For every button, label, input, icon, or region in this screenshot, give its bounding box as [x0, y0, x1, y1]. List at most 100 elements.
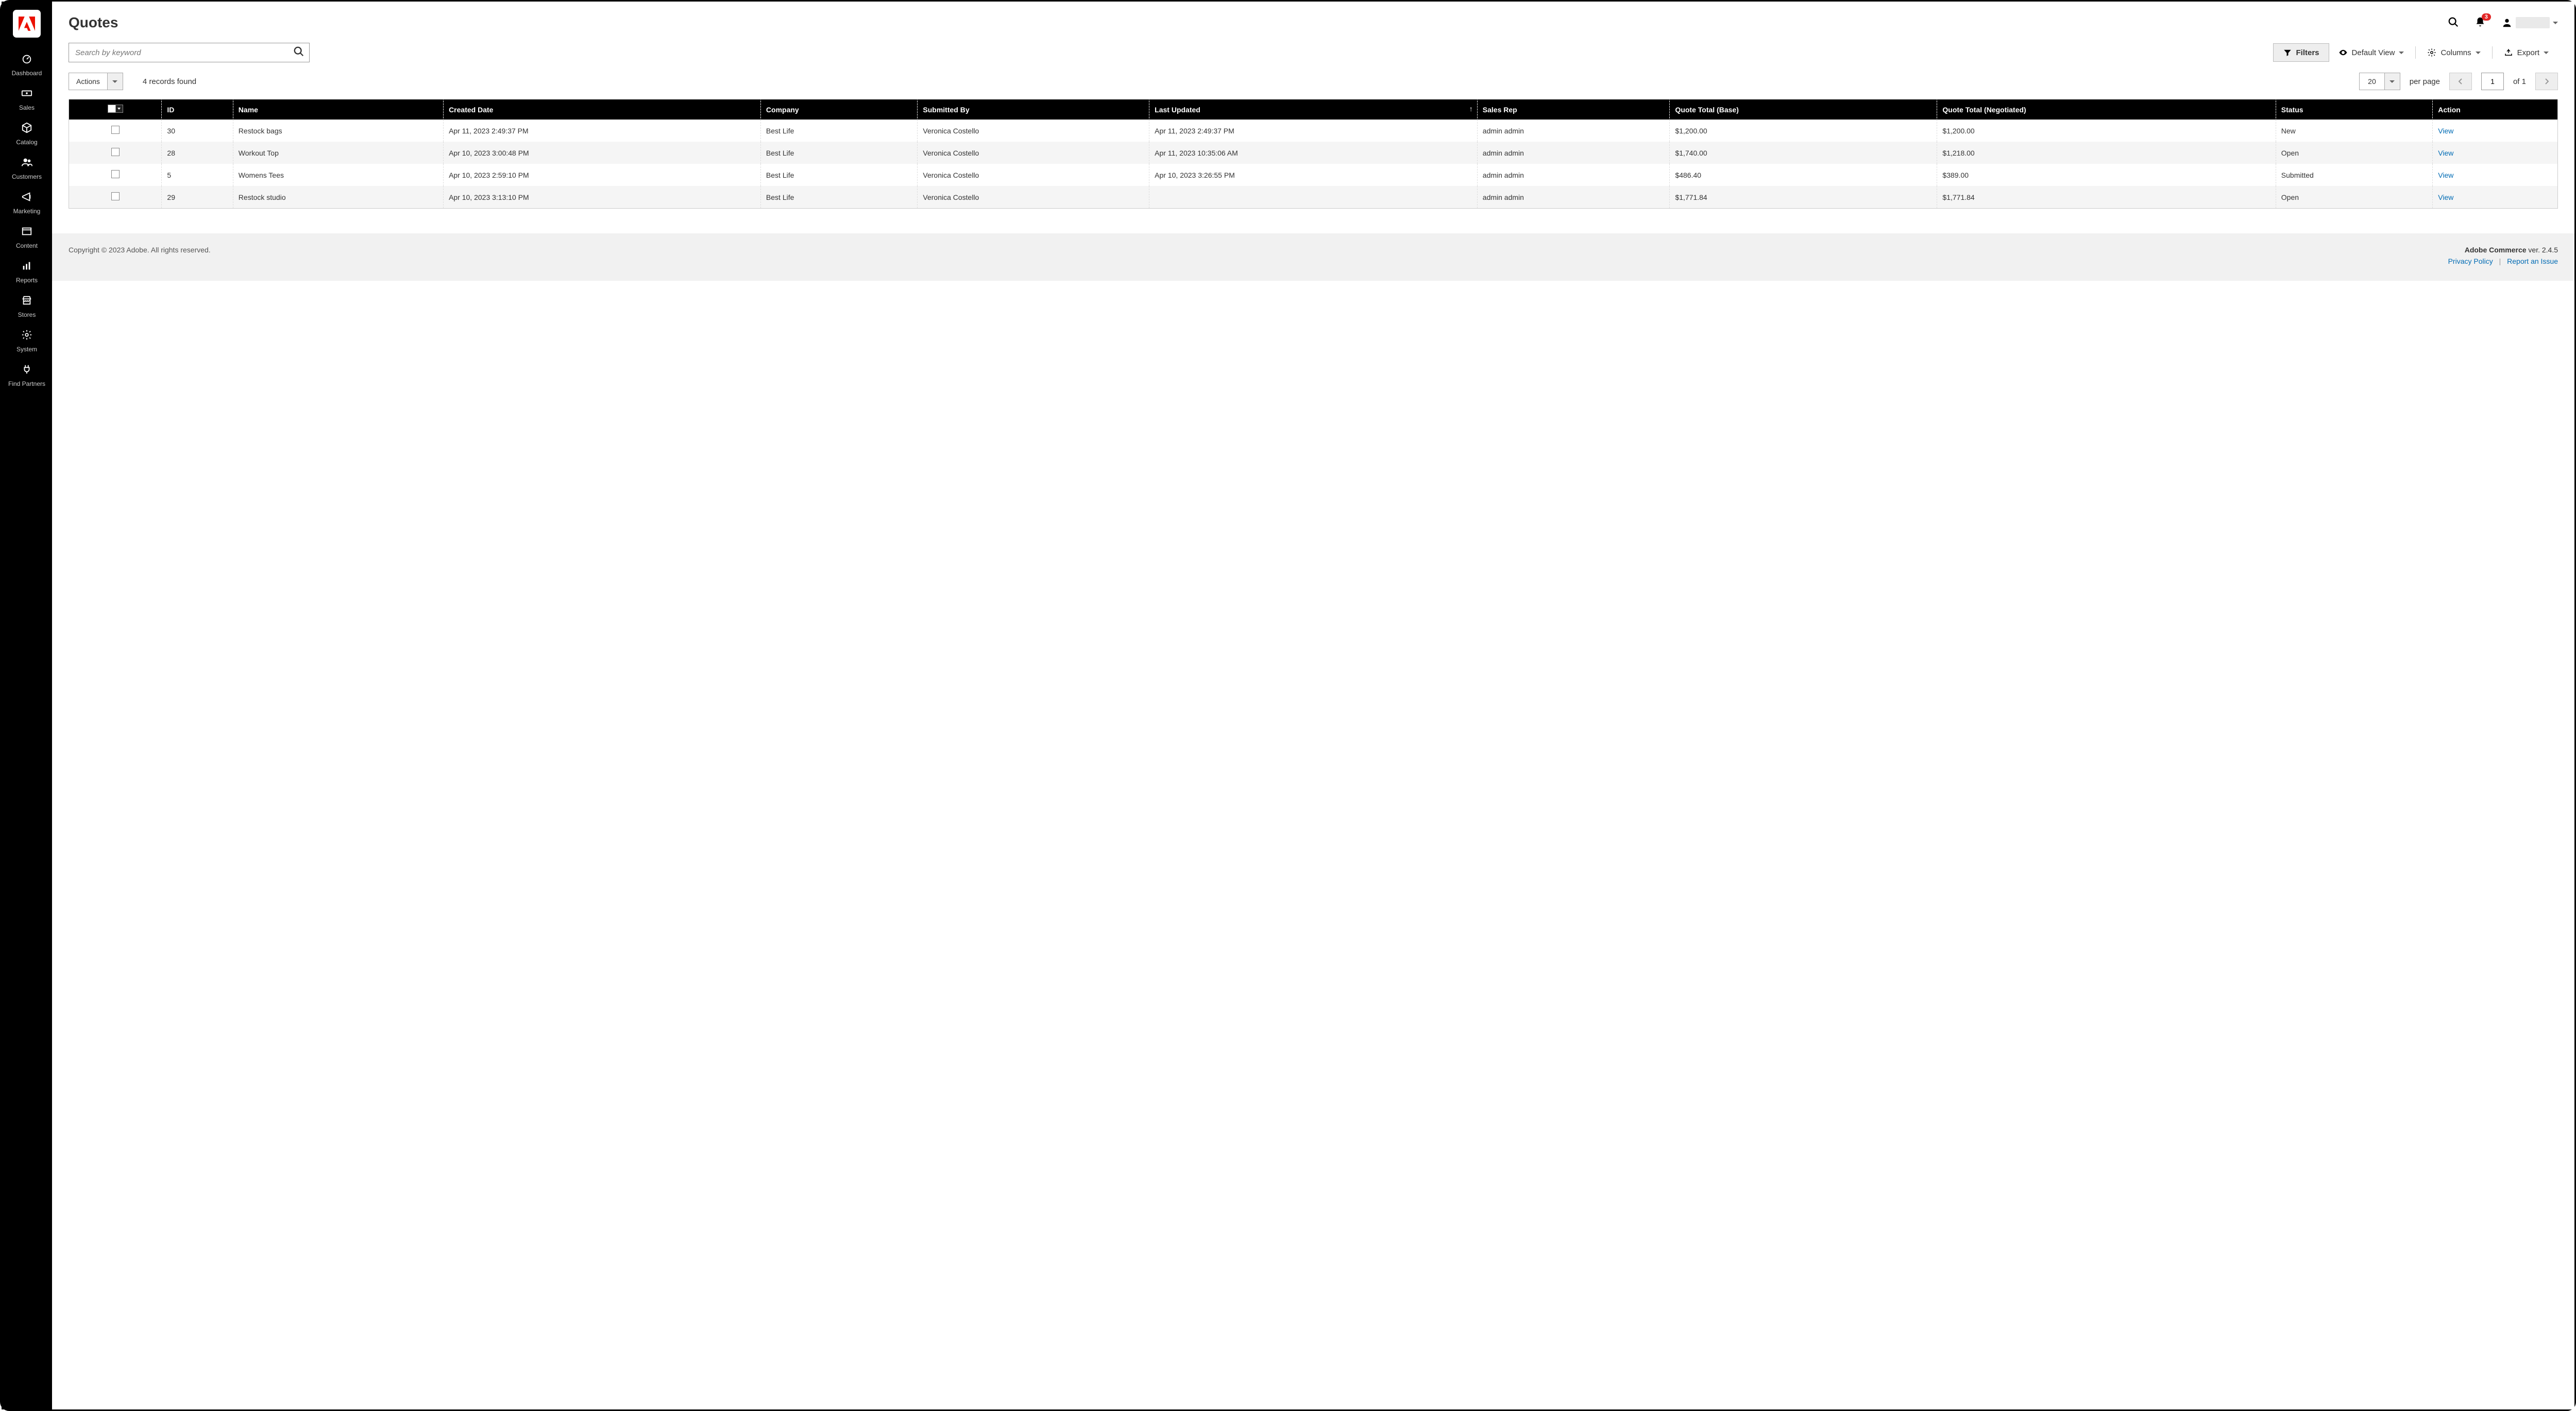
- notification-badge: 3: [2482, 13, 2491, 21]
- cell-total-neg: $1,771.84: [1937, 186, 2276, 208]
- privacy-link[interactable]: Privacy Policy: [2448, 257, 2493, 265]
- cell-total-base: $1,740.00: [1670, 142, 1937, 164]
- nav-label: Customers: [12, 173, 42, 180]
- col-sales-rep[interactable]: Sales Rep: [1477, 99, 1670, 120]
- box-icon: [21, 122, 32, 135]
- admin-account-menu[interactable]: admin: [2501, 17, 2558, 28]
- nav-label: Content: [16, 242, 38, 249]
- col-company[interactable]: Company: [760, 99, 917, 120]
- cell-total-neg: $1,200.00: [1937, 120, 2276, 142]
- divider: [2415, 46, 2416, 59]
- nav-system[interactable]: System: [2, 325, 52, 360]
- select-all-checkbox[interactable]: [108, 105, 116, 113]
- nav-catalog[interactable]: Catalog: [2, 118, 52, 152]
- current-page-input[interactable]: [2481, 73, 2504, 90]
- per-page-label: per page: [2410, 77, 2440, 86]
- default-view-button[interactable]: Default View: [2329, 44, 2414, 61]
- adobe-logo[interactable]: [13, 10, 41, 38]
- cell-submitted-by: Veronica Costello: [918, 164, 1149, 186]
- chevron-down-icon: [2476, 52, 2481, 54]
- nav-label: Sales: [19, 104, 35, 111]
- row-checkbox[interactable]: [111, 170, 120, 178]
- select-all-header[interactable]: [69, 99, 162, 120]
- mass-actions-select[interactable]: Actions: [69, 73, 123, 90]
- row-checkbox[interactable]: [111, 192, 120, 200]
- nav-marketing[interactable]: Marketing: [2, 187, 52, 222]
- nav-dashboard[interactable]: Dashboard: [2, 49, 52, 83]
- col-name[interactable]: Name: [233, 99, 443, 120]
- col-submitted-by[interactable]: Submitted By: [918, 99, 1149, 120]
- row-checkbox[interactable]: [111, 148, 120, 156]
- columns-label: Columns: [2441, 48, 2471, 57]
- filters-button[interactable]: Filters: [2273, 43, 2329, 62]
- cell-company: Best Life: [760, 186, 917, 208]
- columns-button[interactable]: Columns: [2418, 44, 2489, 61]
- cell-company: Best Life: [760, 120, 917, 142]
- store-icon: [21, 295, 32, 308]
- page-size-select[interactable]: 20: [2359, 73, 2400, 90]
- cell-company: Best Life: [760, 164, 917, 186]
- col-id[interactable]: ID: [162, 99, 233, 120]
- chevron-down-icon: [2399, 52, 2404, 54]
- toolbar-secondary: Actions 4 records found 20 per page of 1: [69, 73, 2558, 90]
- quotes-grid: ID Name Created Date Company Submitted B…: [69, 99, 2558, 209]
- cell-total-base: $1,771.84: [1670, 186, 1937, 208]
- search-icon[interactable]: [293, 46, 304, 59]
- chart-icon: [21, 260, 32, 274]
- cell-sales-rep: admin admin: [1477, 120, 1670, 142]
- chevron-down-icon: [2544, 52, 2549, 54]
- col-total-base[interactable]: Quote Total (Base): [1670, 99, 1937, 120]
- global-search-button[interactable]: [2448, 16, 2459, 29]
- nav-reports[interactable]: Reports: [2, 256, 52, 291]
- cell-status: Open: [2276, 142, 2432, 164]
- users-icon: [21, 157, 32, 170]
- page-header: Quotes 3 admin: [69, 11, 2558, 35]
- of-pages-label: of 1: [2513, 77, 2526, 86]
- main-content: Quotes 3 admin: [52, 2, 2574, 1409]
- nav-sales[interactable]: Sales: [2, 83, 52, 118]
- col-last-updated[interactable]: Last Updated↑: [1149, 99, 1478, 120]
- megaphone-icon: [21, 191, 32, 205]
- cell-status: Submitted: [2276, 164, 2432, 186]
- col-status[interactable]: Status: [2276, 99, 2432, 120]
- gear-icon: [21, 329, 32, 343]
- next-page-button[interactable]: [2535, 73, 2558, 90]
- table-row: 28Workout TopApr 10, 2023 3:00:48 PMBest…: [69, 142, 2557, 164]
- col-created[interactable]: Created Date: [444, 99, 761, 120]
- nav-stores[interactable]: Stores: [2, 291, 52, 325]
- cell-status: Open: [2276, 186, 2432, 208]
- copyright-text: Copyright © 2023 Adobe. All rights reser…: [69, 246, 211, 265]
- sort-asc-icon: ↑: [1469, 105, 1473, 113]
- cell-created: Apr 10, 2023 3:13:10 PM: [444, 186, 761, 208]
- prev-page-button[interactable]: [2449, 73, 2472, 90]
- view-link[interactable]: View: [2438, 193, 2453, 201]
- col-action[interactable]: Action: [2433, 99, 2557, 120]
- nav-label: Stores: [18, 311, 36, 318]
- chevron-down-icon[interactable]: [116, 105, 123, 113]
- nav-label: System: [16, 346, 37, 353]
- plug-icon: [21, 364, 32, 377]
- cell-name: Restock studio: [233, 186, 443, 208]
- view-link[interactable]: View: [2438, 127, 2453, 135]
- divider: [2492, 46, 2493, 59]
- notifications-button[interactable]: 3: [2475, 16, 2486, 29]
- report-issue-link[interactable]: Report an Issue: [2507, 257, 2558, 265]
- nav-customers[interactable]: Customers: [2, 152, 52, 187]
- view-link[interactable]: View: [2438, 149, 2453, 157]
- actions-label: Actions: [69, 77, 107, 86]
- nav-find-partners[interactable]: Find Partners: [2, 360, 52, 394]
- keyword-search-input[interactable]: [69, 43, 310, 62]
- nav-label: Marketing: [13, 208, 41, 215]
- cell-submitted-by: Veronica Costello: [918, 120, 1149, 142]
- cell-name: Restock bags: [233, 120, 443, 142]
- nav-content[interactable]: Content: [2, 222, 52, 256]
- view-link[interactable]: View: [2438, 171, 2453, 179]
- col-total-neg[interactable]: Quote Total (Negotiated): [1937, 99, 2276, 120]
- table-row: 30Restock bagsApr 11, 2023 2:49:37 PMBes…: [69, 120, 2557, 142]
- row-checkbox[interactable]: [111, 126, 120, 134]
- export-button[interactable]: Export: [2495, 44, 2558, 61]
- chevron-down-icon: [107, 73, 123, 90]
- cell-total-base: $486.40: [1670, 164, 1937, 186]
- page-size-value: 20: [2360, 77, 2384, 86]
- money-icon: [21, 88, 32, 101]
